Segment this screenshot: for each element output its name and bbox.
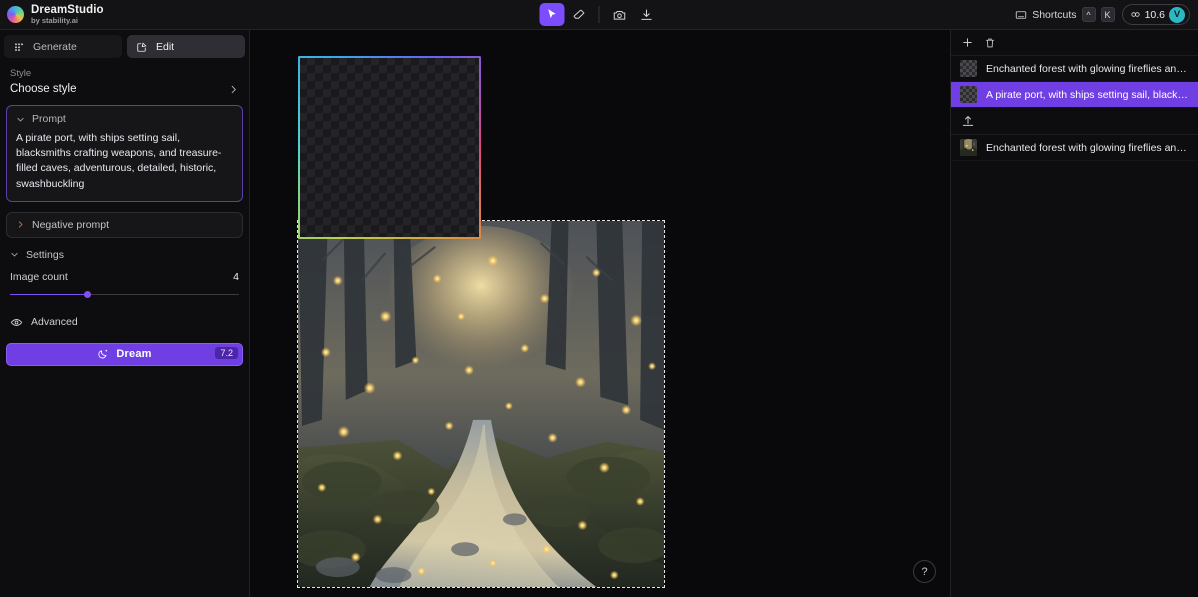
canvas-toolbar bbox=[539, 3, 659, 26]
image-count-slider[interactable] bbox=[10, 290, 239, 300]
shortcuts-label: Shortcuts bbox=[1032, 8, 1077, 21]
advanced-label: Advanced bbox=[31, 316, 78, 329]
negative-prompt-box[interactable]: Negative prompt bbox=[6, 211, 243, 238]
chevron-right-icon bbox=[231, 85, 236, 93]
layer-thumbnail bbox=[960, 86, 977, 103]
cursor-icon bbox=[548, 9, 556, 19]
style-label: Style bbox=[10, 68, 32, 79]
tab-generate[interactable]: Generate bbox=[4, 35, 122, 58]
negative-prompt-label: Negative prompt bbox=[32, 218, 110, 231]
list-item-label: A pirate port, with ships setting sail, … bbox=[986, 88, 1189, 101]
chevron-right-icon bbox=[18, 221, 23, 228]
tab-edit-label: Edit bbox=[156, 40, 175, 53]
advanced-button[interactable]: Advanced bbox=[4, 300, 245, 329]
avatar[interactable]: V bbox=[1169, 6, 1185, 23]
layers-header bbox=[951, 30, 1198, 56]
app-body: Generate Edit Style Choose style Prompt … bbox=[0, 30, 1198, 597]
help-button[interactable]: ? bbox=[913, 560, 936, 583]
screenshot-tool-button[interactable] bbox=[607, 3, 632, 26]
credits-value: 10.6 bbox=[1144, 8, 1165, 21]
shortcut-key-letter[interactable]: K bbox=[1100, 7, 1115, 22]
dream-cost-badge: 7.2 bbox=[215, 347, 238, 360]
add-layer-button[interactable] bbox=[961, 36, 974, 49]
list-item-label: Enchanted forest with glowing fireflies … bbox=[986, 62, 1189, 75]
brand[interactable]: DreamStudio by stability.ai bbox=[0, 4, 250, 25]
top-bar: DreamStudio by stability.ai Shortcuts ^ … bbox=[0, 0, 1198, 30]
transparent-selection-box[interactable] bbox=[298, 56, 480, 238]
settings-header[interactable]: Settings bbox=[4, 247, 245, 267]
camera-icon bbox=[613, 10, 625, 20]
list-item-label: Enchanted forest with glowing fireflies … bbox=[986, 141, 1189, 154]
image-count-setting: Image count 4 bbox=[4, 267, 245, 300]
eraser-icon bbox=[573, 9, 585, 19]
list-item[interactable]: A pirate port, with ships setting sail, … bbox=[951, 82, 1198, 108]
settings-label: Settings bbox=[26, 248, 64, 261]
style-value: Choose style bbox=[10, 83, 77, 95]
download-icon bbox=[640, 9, 652, 20]
slider-thumb[interactable] bbox=[84, 291, 92, 299]
delete-layer-button[interactable] bbox=[984, 37, 996, 49]
chevron-down-icon bbox=[11, 253, 18, 258]
list-item[interactable]: Enchanted forest with glowing fireflies … bbox=[951, 56, 1198, 82]
dream-label: Dream bbox=[116, 348, 152, 361]
prompt-input[interactable]: A pirate port, with ships setting sail, … bbox=[16, 131, 233, 192]
slider-fill bbox=[10, 293, 88, 296]
dreamstudio-logo-icon bbox=[7, 6, 24, 23]
right-panel: Enchanted forest with glowing fireflies … bbox=[950, 30, 1198, 597]
style-section: Style Choose style bbox=[4, 62, 245, 103]
layer-thumbnail bbox=[960, 139, 977, 156]
shortcuts-button[interactable]: Shortcuts ^ K bbox=[1015, 7, 1115, 22]
chevron-down-icon bbox=[17, 117, 24, 122]
toolbar-divider bbox=[598, 6, 600, 23]
image-count-label: Image count bbox=[10, 270, 68, 283]
moon-sparkle-icon bbox=[97, 348, 109, 360]
choose-style-button[interactable]: Choose style bbox=[10, 83, 239, 95]
tab-generate-label: Generate bbox=[33, 40, 77, 53]
mode-tabs: Generate Edit bbox=[4, 30, 245, 62]
dreamstudio-app: DreamStudio by stability.ai Shortcuts ^ … bbox=[0, 0, 1198, 597]
generated-image-frame[interactable] bbox=[297, 220, 665, 588]
eye-icon bbox=[10, 318, 23, 326]
credits-icon bbox=[1130, 12, 1140, 17]
trash-icon bbox=[985, 38, 995, 47]
shortcut-key-modifier[interactable]: ^ bbox=[1081, 7, 1096, 22]
upload-button[interactable] bbox=[951, 108, 1198, 135]
upload-icon bbox=[962, 115, 974, 126]
list-item[interactable]: Enchanted forest with glowing fireflies … bbox=[951, 135, 1198, 161]
credits-indicator[interactable]: 10.6 V bbox=[1121, 4, 1190, 25]
tab-edit[interactable]: Edit bbox=[127, 35, 245, 58]
left-panel: Generate Edit Style Choose style Prompt … bbox=[0, 30, 250, 597]
top-right-controls: Shortcuts ^ K 10.6 V bbox=[1015, 4, 1198, 25]
canvas-area[interactable]: ? bbox=[250, 30, 950, 597]
image-count-value: 4 bbox=[233, 270, 239, 283]
pencil-square-icon bbox=[137, 41, 147, 52]
brand-subtitle: by stability.ai bbox=[31, 16, 78, 26]
plus-icon bbox=[963, 38, 972, 47]
prompt-header[interactable]: Prompt bbox=[16, 113, 233, 125]
dream-button[interactable]: Dream 7.2 bbox=[6, 342, 243, 366]
forest-image bbox=[298, 221, 664, 587]
grid-icon bbox=[15, 43, 23, 51]
eraser-tool-button[interactable] bbox=[567, 3, 592, 26]
prompt-label: Prompt bbox=[32, 113, 66, 125]
prompt-box[interactable]: Prompt A pirate port, with ships setting… bbox=[6, 105, 243, 202]
forest-artwork bbox=[298, 221, 664, 587]
brand-title: DreamStudio bbox=[31, 4, 104, 17]
negative-prompt-header[interactable]: Negative prompt bbox=[16, 219, 233, 231]
select-tool-button[interactable] bbox=[539, 3, 565, 26]
keyboard-icon bbox=[1016, 10, 1027, 19]
forest-thumb-icon bbox=[960, 139, 977, 156]
layer-thumbnail bbox=[960, 60, 977, 77]
download-tool-button[interactable] bbox=[634, 3, 659, 26]
